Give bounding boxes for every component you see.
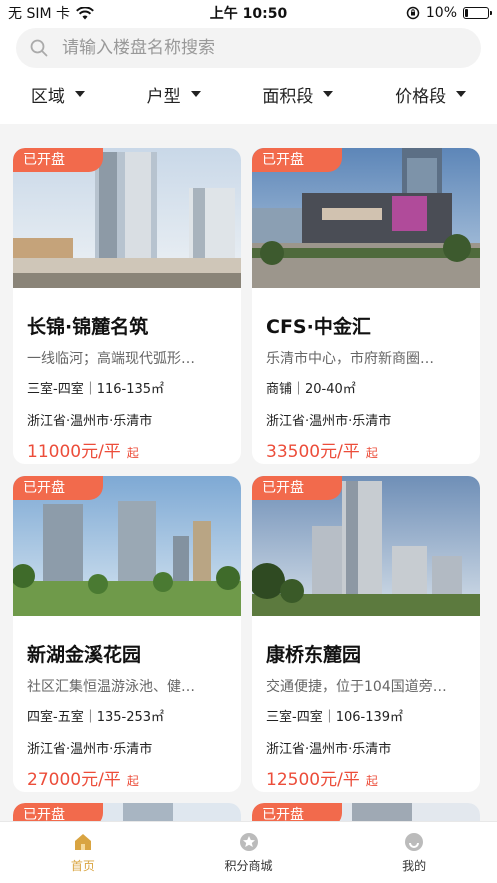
listing-location: 浙江省·温州市·乐清市 xyxy=(27,742,153,757)
price-suffix: 起 xyxy=(126,774,139,788)
listing-name: 新湖金溪花园 xyxy=(27,644,142,666)
building-photo: 已开盘 xyxy=(252,148,480,288)
listing-card[interactable]: 已开盘 长锦·锦麓名筑 一线临河；高端现代弧形… 三室-四室｜116-135㎡ … xyxy=(13,148,241,464)
filter-label: 价格段 xyxy=(395,86,447,107)
listing-spec: 四室-五室｜135-253㎡ xyxy=(27,710,165,725)
listing-location: 浙江省·温州市·乐清市 xyxy=(27,414,153,429)
price-value: 12500元/平 xyxy=(266,770,360,790)
tab-profile[interactable]: 我的 xyxy=(331,822,497,883)
status-bar: 无 SIM 卡 上午 10:50 10% xyxy=(0,0,497,26)
filter-area[interactable]: 面积段 xyxy=(262,82,334,107)
listing-description: 一线临河；高端现代弧形… xyxy=(27,351,195,367)
building-photo: 已开盘 xyxy=(13,476,241,616)
points-mall-icon xyxy=(239,833,258,851)
listing-price: 12500元/平起 xyxy=(266,765,466,790)
filter-label: 区域 xyxy=(30,86,65,107)
listing-card[interactable]: 已开盘 康桥东麓园 交通便捷，位于104国道旁… 三室-四室｜106-139㎡ … xyxy=(252,476,480,792)
listing-spec: 三室-四室｜106-139㎡ xyxy=(266,710,404,725)
price-value: 27000元/平 xyxy=(27,770,121,790)
price-suffix: 起 xyxy=(365,446,378,460)
building-photo: 已开盘 xyxy=(252,476,480,616)
status-badge: 已开盘 xyxy=(13,476,103,500)
caret-down-icon xyxy=(74,91,85,97)
building-photo: 已开盘 xyxy=(13,148,241,288)
caret-down-icon xyxy=(456,91,467,97)
header: 区域 户型 面积段 价格段 xyxy=(0,26,497,124)
filter-label: 户型 xyxy=(146,86,181,107)
tab-bar: 首页 积分商城 我的 xyxy=(0,821,497,883)
listing-location: 浙江省·温州市·乐清市 xyxy=(266,414,392,429)
tab-points-mall[interactable]: 积分商城 xyxy=(166,822,332,883)
listing-description: 乐清市中心，市府新商圈… xyxy=(266,351,434,367)
status-badge: 已开盘 xyxy=(252,476,342,500)
search-bar[interactable] xyxy=(16,28,481,68)
caret-down-icon xyxy=(190,91,201,97)
filter-region[interactable]: 区域 xyxy=(31,82,85,107)
status-right: 10% xyxy=(406,5,492,21)
listing-spec: 商铺｜20-40㎡ xyxy=(266,382,356,397)
listing-name: 康桥东麓园 xyxy=(266,644,362,666)
profile-icon xyxy=(405,833,424,851)
search-input[interactable] xyxy=(62,38,481,58)
listing-name: 长锦·锦麓名筑 xyxy=(27,316,149,338)
listing-description: 交通便捷，位于104国道旁… xyxy=(266,679,447,695)
listing-card[interactable]: 已开盘 CFS·中金汇 乐清市中心，市府新商圈… 商铺｜20-40㎡ 浙江省·温… xyxy=(252,148,480,464)
price-suffix: 起 xyxy=(126,446,139,460)
battery-percent: 10% xyxy=(425,5,457,21)
tab-label: 首页 xyxy=(70,859,95,873)
search-icon xyxy=(30,39,48,57)
listing-price: 27000元/平起 xyxy=(27,765,227,790)
battery-icon xyxy=(463,7,492,19)
price-value: 11000元/平 xyxy=(27,442,121,462)
filter-price[interactable]: 价格段 xyxy=(395,82,467,107)
home-icon xyxy=(74,834,91,850)
status-badge: 已开盘 xyxy=(252,148,342,172)
filter-label: 面积段 xyxy=(262,86,314,107)
tab-label: 积分商城 xyxy=(224,859,273,873)
listing-description: 社区汇集恒温游泳池、健… xyxy=(27,679,195,695)
filter-bar: 区域 户型 面积段 价格段 xyxy=(0,74,497,114)
listing-name: CFS·中金汇 xyxy=(266,316,371,338)
tab-home[interactable]: 首页 xyxy=(0,822,166,883)
listing-card[interactable]: 已开盘 新湖金溪花园 社区汇集恒温游泳池、健… 四室-五室｜135-253㎡ 浙… xyxy=(13,476,241,792)
listing-price: 11000元/平起 xyxy=(27,437,227,462)
listing-price: 33500元/平起 xyxy=(266,437,466,462)
price-value: 33500元/平 xyxy=(266,442,360,462)
listing-spec: 三室-四室｜116-135㎡ xyxy=(27,382,165,397)
tab-label: 我的 xyxy=(402,859,427,873)
price-suffix: 起 xyxy=(365,774,378,788)
orientation-lock-icon xyxy=(406,6,420,20)
filter-layout[interactable]: 户型 xyxy=(147,82,201,107)
caret-down-icon xyxy=(323,91,334,97)
status-badge: 已开盘 xyxy=(13,148,103,172)
listing-location: 浙江省·温州市·乐清市 xyxy=(266,742,392,757)
